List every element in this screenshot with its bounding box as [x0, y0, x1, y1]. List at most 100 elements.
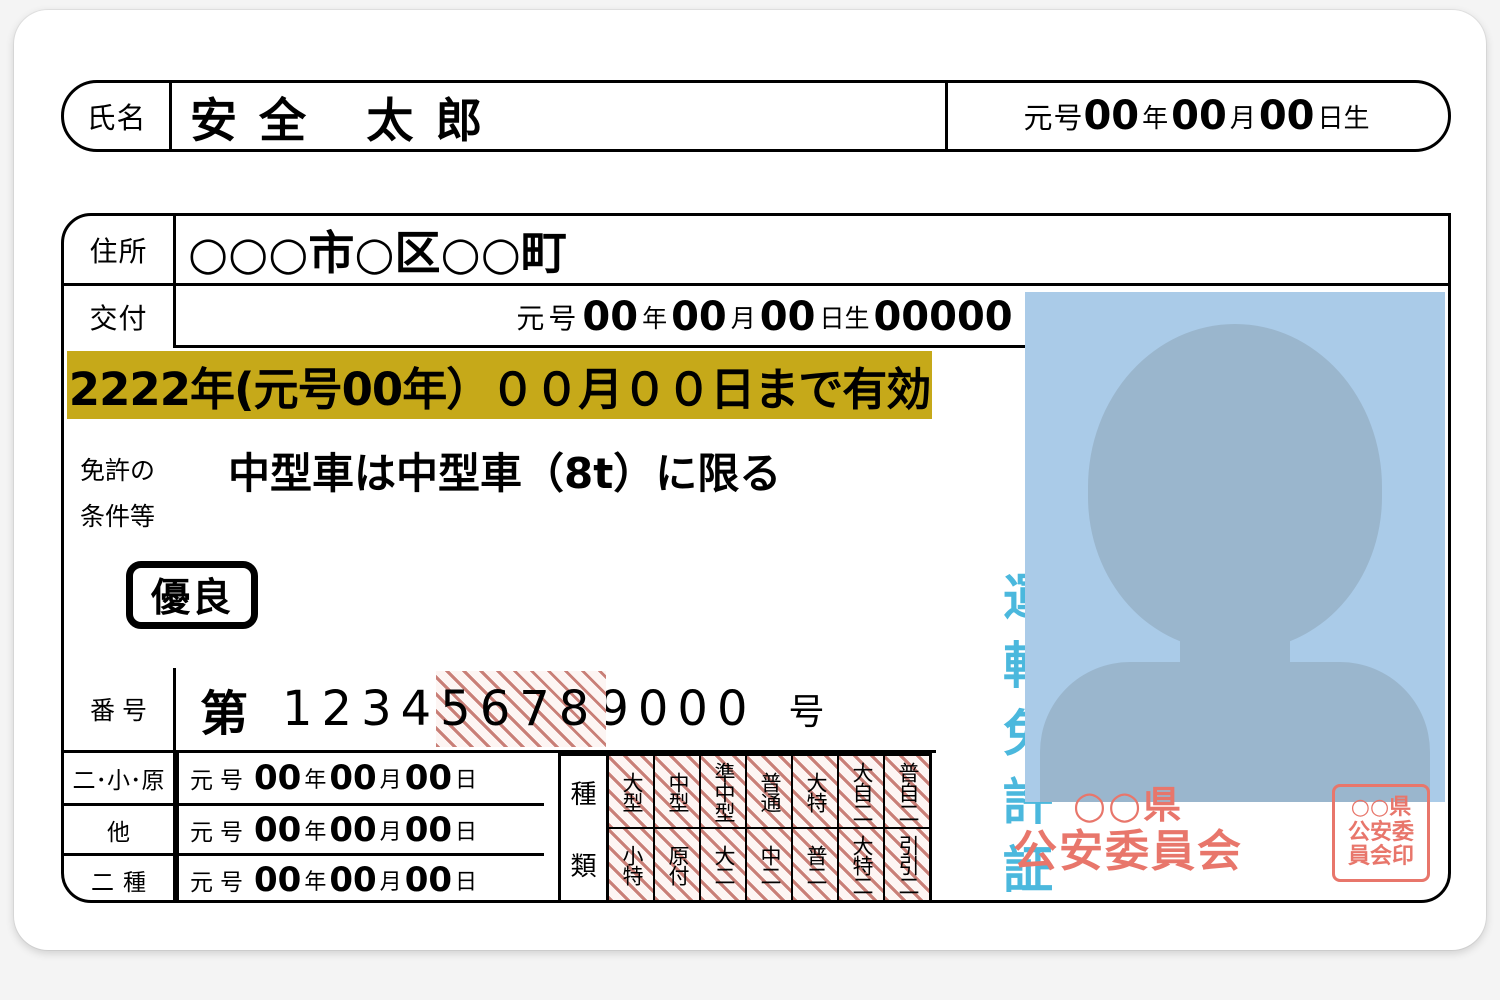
category-cell-text: 大特 — [803, 771, 828, 812]
license-digits-part1: 1234 — [282, 681, 441, 737]
category-cell-text: 普通 — [757, 771, 782, 812]
license-body-frame: 住所 ○○○市○区○○町 交付 元号 00 年 00 月 00 日生 00000 2222年(… — [61, 213, 1451, 911]
portrait-photo — [1025, 292, 1445, 802]
date-1-year: 00 — [254, 758, 302, 798]
date-1-month: 00 — [329, 758, 377, 798]
category-cell-text: 原付 — [665, 844, 690, 885]
category-grid: 大型 小特 中型 原付 準中型 大二 普通 中二 大特 普二 大自二 大特二 普… — [609, 756, 929, 900]
issuing-authority-line1: ○○県 — [1072, 783, 1184, 828]
date-2-day-unit: 日 — [455, 819, 478, 845]
category-col-3: 準中型 大二 — [701, 756, 747, 900]
birth-era: 元号 — [1023, 101, 1084, 135]
category-cell-bottom-6: 大特二 — [839, 829, 883, 900]
issue-day-unit: 日生 — [819, 304, 870, 333]
official-seal-stamp: ○○県 公安委 員会印 — [1332, 784, 1430, 882]
license-number-prefix: 第 — [200, 686, 249, 742]
category-cell-text: 大自二 — [849, 761, 874, 822]
seal-line2: 公安委 — [1347, 819, 1414, 845]
seal-line3: 員会印 — [1347, 844, 1414, 870]
issue-year: 00 — [582, 294, 639, 340]
date-2-day: 00 — [404, 809, 453, 850]
license-digits-hatched: 5678 — [440, 681, 599, 737]
portrait-shoulders-shape — [1040, 662, 1430, 802]
category-cell-text: 中型 — [665, 771, 690, 812]
license-number-value: 第 123456789000 号 — [176, 668, 936, 750]
date-1-year-unit: 年 — [304, 768, 327, 793]
category-col-6: 大自二 大特二 — [839, 756, 885, 900]
category-cell-text: 普自二 — [895, 761, 920, 822]
category-cell-bottom-5: 普二 — [793, 829, 837, 900]
category-col-4: 普通 中二 — [747, 756, 793, 900]
conditions-label-line1: 免許の — [80, 456, 156, 485]
category-cell-bottom-4: 中二 — [747, 829, 791, 900]
category-table-header: 種 類 — [561, 756, 609, 900]
category-cell-text: 小特 — [619, 844, 644, 885]
issue-code: 00000 — [873, 294, 1013, 340]
date-row-1: 二･小･原 元号 00 年 00 月 00 日 — [64, 753, 544, 803]
category-cell-bottom-1: 小特 — [609, 829, 653, 900]
date-2-month-unit: 月 — [379, 819, 402, 845]
date-3-month-unit: 月 — [379, 869, 402, 895]
date-2-era: 元号 — [190, 819, 250, 846]
issue-year-unit: 年 — [642, 304, 668, 333]
name-label: 氏名 — [64, 83, 172, 149]
license-digits-hatched-wrap: 5678 — [436, 671, 607, 747]
screenshot-stage: 氏名 安全 太郎 元号 00 年 00 月 00 日生 住所 ○○○市○区○○町 交付 元号… — [0, 0, 1500, 1000]
status-badge: 優良 — [126, 561, 258, 629]
date-row-1-label: 二･小･原 — [64, 753, 176, 803]
date-1-day-unit: 日 — [455, 768, 478, 793]
category-cell-top-5: 大特 — [793, 756, 837, 829]
category-cell-top-2: 中型 — [655, 756, 699, 829]
category-col-2: 中型 原付 — [655, 756, 701, 900]
category-col-7: 普自二 引引二 — [885, 756, 929, 900]
birth-day: 00 — [1258, 93, 1315, 139]
license-digits-part2: 9000 — [598, 681, 757, 737]
category-cell-top-7: 普自二 — [885, 756, 929, 829]
date-3-year-unit: 年 — [304, 869, 327, 895]
issue-day: 00 — [759, 294, 816, 340]
date-3-day: 00 — [404, 859, 453, 900]
birth-month: 00 — [1171, 93, 1227, 139]
category-cell-text: 大二 — [711, 844, 736, 885]
date-row-3: 二種 元号 00 年 00 月 00 日 — [64, 853, 544, 903]
birth-day-unit: 日生 — [1317, 103, 1370, 134]
license-number-suffix: 号 — [788, 692, 825, 733]
category-cell-top-4: 普通 — [747, 756, 791, 829]
issuing-authority-line2: 公安委員会 — [1013, 825, 1243, 877]
conditions-value: 中型車は中型車（8t）に限る — [228, 449, 782, 498]
date-row-2-label: 他 — [64, 806, 176, 853]
birth-year: 00 — [1083, 93, 1140, 139]
category-cell-top-6: 大自二 — [839, 756, 883, 829]
birth-year-unit: 年 — [1142, 103, 1169, 134]
issue-underline — [176, 345, 1029, 348]
license-number-row: 番号 第 123456789000 号 — [64, 668, 936, 753]
category-cell-text: 準中型 — [711, 761, 736, 822]
category-cell-top-3: 準中型 — [701, 756, 745, 829]
date-2-year-unit: 年 — [304, 819, 327, 845]
date-row-3-value: 元号 00 年 00 月 00 日 — [176, 856, 544, 903]
seal-line1: ○○県 — [1350, 795, 1412, 821]
date-row-3-label: 二種 — [64, 856, 176, 903]
date-1-day: 00 — [404, 758, 453, 798]
license-number-digits: 123456789000 — [282, 671, 757, 747]
license-number-label: 番号 — [64, 668, 176, 750]
date-1-era: 元号 — [190, 768, 250, 794]
date-row-2-value: 元号 00 年 00 月 00 日 — [176, 806, 544, 853]
expiry-bar: 2222年(元号00年）００月００日まで有効 — [67, 351, 932, 419]
date-2-year: 00 — [254, 809, 302, 850]
birth-month-unit: 月 — [1229, 103, 1256, 134]
category-dates-block: 二･小･原 元号 00 年 00 月 00 日 他 元号 00 年 00 月 00 日 二種 元号 00 年… — [64, 753, 544, 903]
date-3-year: 00 — [254, 859, 302, 900]
date-row-1-value: 元号 00 年 00 月 00 日 — [176, 753, 544, 803]
issue-month-unit: 月 — [730, 304, 756, 333]
issue-label: 交付 — [64, 286, 176, 348]
category-header-bottom: 類 — [570, 851, 597, 882]
address-value: ○○○市○区○○町 — [188, 225, 567, 280]
license-category-table: 種 類 大型 小特 中型 原付 準中型 大二 普通 中二 大特 普二 大自二 大… — [558, 753, 932, 903]
conditions-row: 免許の 条件等 中型車は中型車（8t）に限る — [80, 428, 940, 538]
name-value: 安全 太郎 — [190, 93, 505, 149]
drivers-license-card: 氏名 安全 太郎 元号 00 年 00 月 00 日生 住所 ○○○市○区○○町 交付 元号… — [14, 10, 1486, 950]
category-cell-top-1: 大型 — [609, 756, 653, 829]
category-cell-bottom-2: 原付 — [655, 829, 699, 900]
address-label: 住所 — [64, 216, 176, 283]
